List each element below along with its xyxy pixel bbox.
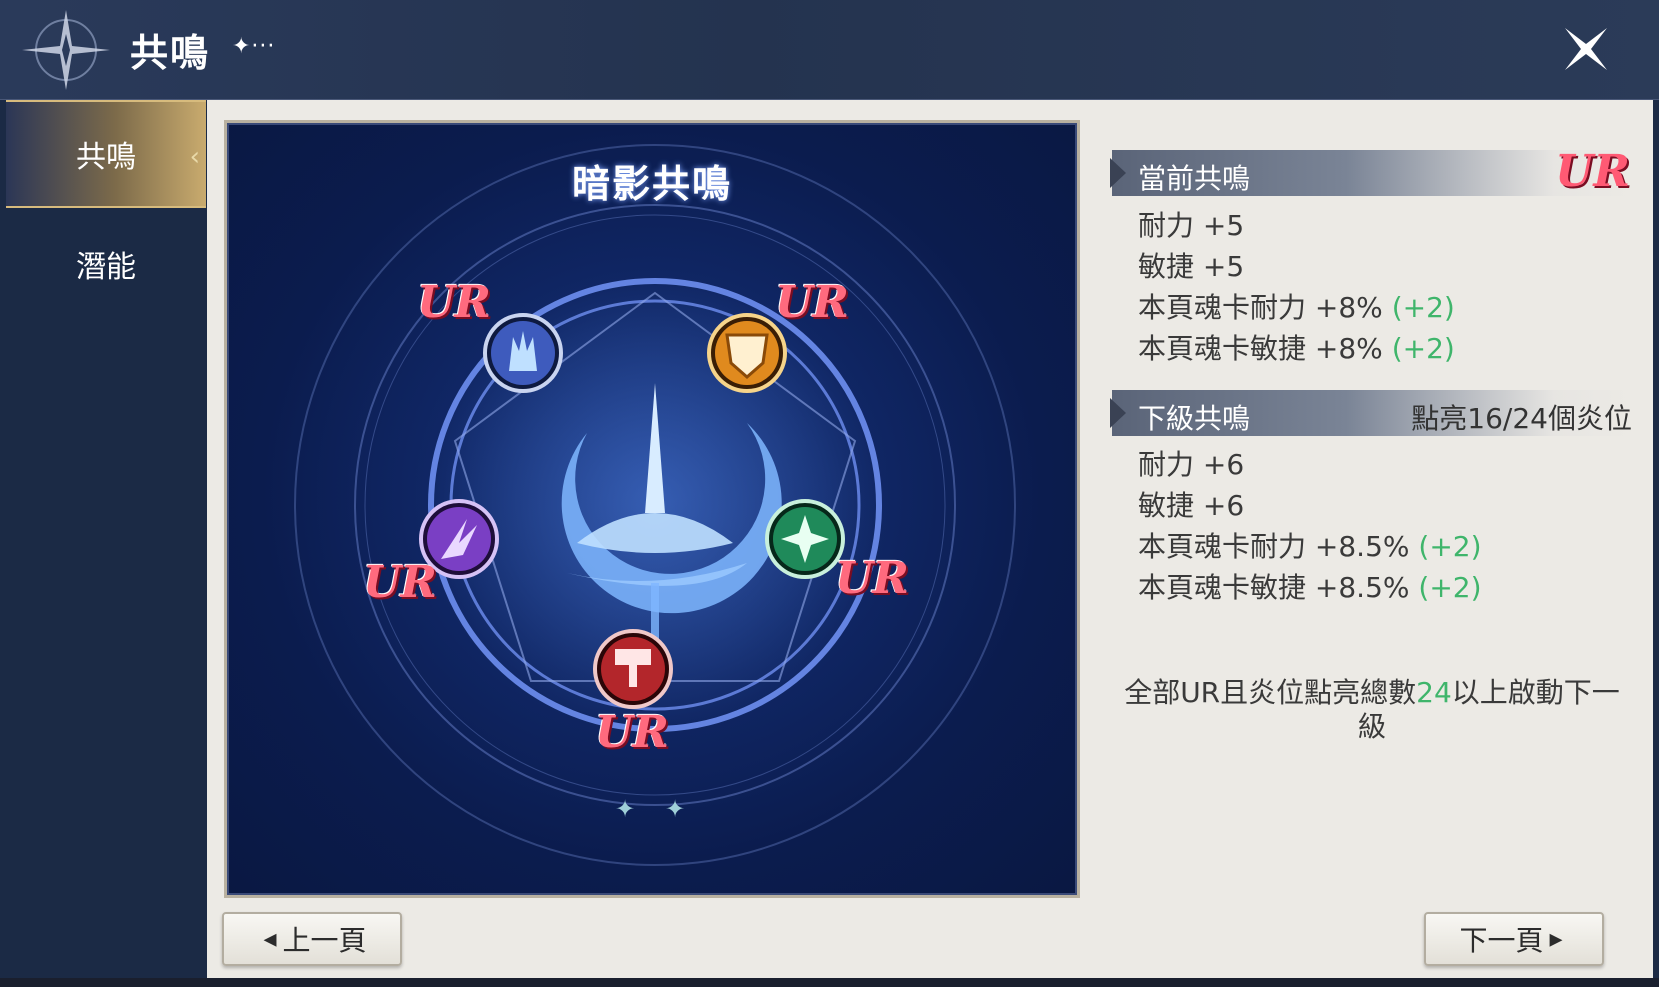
- stat-text: 本頁魂卡敏捷 +8%: [1138, 332, 1392, 365]
- slot-orb-1[interactable]: [483, 313, 563, 393]
- next-resonance-title: 下級共鳴: [1138, 402, 1251, 435]
- stat-bonus: (+2): [1418, 530, 1482, 563]
- current-resonance-title: 當前共鳴: [1138, 162, 1251, 195]
- stat-text: 本頁魂卡敏捷 +8.5%: [1138, 571, 1419, 604]
- stat-bonus: (+2): [1391, 332, 1455, 365]
- next-page-button[interactable]: 下一頁 ▸: [1424, 912, 1604, 966]
- next-resonance-header: 下級共鳴 點亮16/24個炎位: [1110, 390, 1632, 436]
- slot-3-rarity: UR: [363, 557, 437, 608]
- active-tab-arrow-icon: ‹: [189, 142, 200, 172]
- tab-resonance-label: 共鳴: [76, 140, 136, 175]
- current-stat-2: 敏捷 +5: [1138, 245, 1244, 285]
- close-button[interactable]: [1559, 22, 1613, 76]
- current-resonance-header: 當前共鳴 UR: [1110, 146, 1632, 197]
- next-stat-3: 本頁魂卡耐力 +8.5% (+2): [1138, 525, 1482, 565]
- arrow-right-icon: ▸: [1549, 924, 1563, 954]
- header-bar: 共鳴 ✦···: [0, 0, 1659, 100]
- sidebar: 共鳴 ‹ 潛能: [0, 100, 207, 987]
- activation-requirement: 全部UR且炎位點亮總數24以上啟動下一級: [1112, 676, 1632, 744]
- section-arrow-icon: [1110, 398, 1126, 428]
- title-ornament: ✦···: [232, 34, 276, 59]
- current-stat-3: 本頁魂卡耐力 +8% (+2): [1138, 286, 1455, 326]
- page-dot-2: ✦: [665, 795, 685, 823]
- slot-1-rarity: UR: [417, 277, 491, 328]
- stat-text: 本頁魂卡耐力 +8%: [1138, 291, 1392, 324]
- prev-page-label: 上一頁: [282, 924, 367, 957]
- next-resonance-progress: 點亮16/24個炎位: [1411, 402, 1632, 435]
- close-icon: [1565, 28, 1607, 70]
- slot-5-rarity: UR: [595, 707, 669, 758]
- stat-text: 本頁魂卡耐力 +8.5%: [1138, 530, 1419, 563]
- current-stat-4: 本頁魂卡敏捷 +8% (+2): [1138, 327, 1455, 367]
- stat-text: 耐力 +5: [1138, 209, 1245, 242]
- compass-emblem-icon: [22, 10, 110, 90]
- current-stat-1: 耐力 +5: [1138, 204, 1244, 244]
- slot-2-rarity: UR: [775, 277, 849, 328]
- slot-orb-2[interactable]: [707, 313, 787, 393]
- next-stat-4: 本頁魂卡敏捷 +8.5% (+2): [1138, 566, 1482, 606]
- page-title: 共鳴: [130, 31, 211, 75]
- resonance-name: 暗影共鳴: [571, 162, 732, 206]
- requirement-number: 24: [1416, 676, 1452, 709]
- tab-potential-label: 潛能: [76, 250, 136, 285]
- tab-resonance[interactable]: 共鳴 ‹: [6, 100, 206, 208]
- bottom-strip: [0, 978, 1659, 987]
- requirement-prefix: 全部UR且炎位點亮總數: [1124, 676, 1417, 709]
- next-stat-2: 敏捷 +6: [1138, 484, 1244, 524]
- current-ur-badge: UR: [1555, 146, 1630, 197]
- stat-text: 耐力 +6: [1138, 448, 1245, 481]
- prev-page-button[interactable]: ◂ 上一頁: [222, 912, 402, 966]
- slot-orb-4[interactable]: [765, 499, 845, 579]
- stat-bonus: (+2): [1418, 571, 1482, 604]
- slot-orb-5[interactable]: [593, 629, 673, 709]
- page-dot-1: ✦: [615, 795, 635, 823]
- stat-bonus: (+2): [1391, 291, 1455, 324]
- tab-potential[interactable]: 潛能: [6, 210, 206, 318]
- next-stat-1: 耐力 +6: [1138, 443, 1244, 483]
- slot-4-rarity: UR: [835, 553, 909, 604]
- arrow-left-icon: ◂: [263, 924, 277, 954]
- magic-circle: ✦ ✦: [294, 144, 1016, 866]
- section-arrow-icon: [1110, 158, 1126, 188]
- next-page-label: 下一頁: [1459, 924, 1544, 957]
- stat-text: 敏捷 +6: [1138, 489, 1245, 522]
- resonance-art: ✦ ✦ 暗影共鳴 UR UR UR UR UR: [224, 120, 1080, 898]
- stat-text: 敏捷 +5: [1138, 250, 1245, 283]
